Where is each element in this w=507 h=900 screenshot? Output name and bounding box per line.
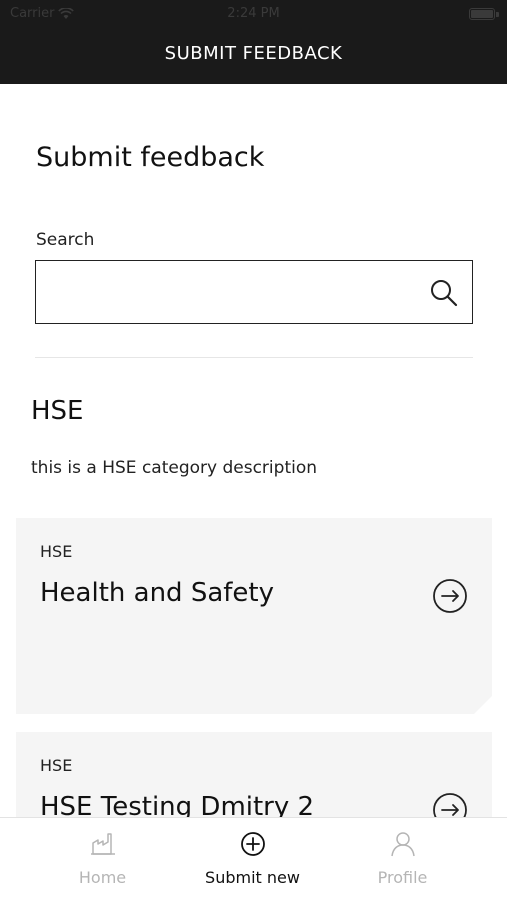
app-header: Carrier 2:24 PM SUBMIT FEEDBACK — [0, 0, 507, 84]
plus-circle-icon — [240, 832, 265, 856]
feedback-card[interactable]: HSE Health and Safety — [16, 518, 492, 714]
status-bar: Carrier 2:24 PM — [0, 0, 507, 28]
main-content[interactable]: Submit feedback Search HSE this is a HSE… — [0, 84, 507, 817]
user-icon — [390, 832, 415, 857]
search-field[interactable] — [35, 260, 473, 324]
card-category-tag: HSE — [40, 542, 73, 561]
arrow-right-circle-icon[interactable] — [432, 792, 468, 817]
category-title: HSE — [31, 396, 84, 426]
status-time: 2:24 PM — [227, 6, 280, 21]
tab-submit-new[interactable]: Submit new — [168, 818, 337, 900]
home-icon — [90, 833, 115, 855]
search-label: Search — [36, 230, 95, 250]
tab-profile-label: Profile — [377, 868, 428, 887]
section-divider — [35, 357, 473, 358]
battery-icon — [469, 8, 495, 20]
tab-home[interactable]: Home — [18, 818, 187, 900]
tab-submit-new-label: Submit new — [205, 868, 300, 887]
card-title: Health and Safety — [40, 578, 274, 608]
nav-title: SUBMIT FEEDBACK — [164, 43, 343, 64]
card-category-tag: HSE — [40, 756, 73, 775]
card-title: HSE Testing Dmitry 2 — [40, 792, 315, 817]
tab-home-label: Home — [78, 868, 127, 887]
arrow-right-circle-icon[interactable] — [432, 578, 468, 614]
search-input[interactable] — [36, 261, 416, 323]
tab-profile[interactable]: Profile — [318, 818, 487, 900]
category-description: this is a HSE category description — [31, 458, 318, 478]
page-title: Submit feedback — [36, 142, 265, 173]
search-icon[interactable] — [428, 277, 460, 309]
bottom-tab-bar: Home Submit new Profile — [0, 817, 507, 900]
feedback-card[interactable]: HSE HSE Testing Dmitry 2 — [16, 732, 492, 817]
